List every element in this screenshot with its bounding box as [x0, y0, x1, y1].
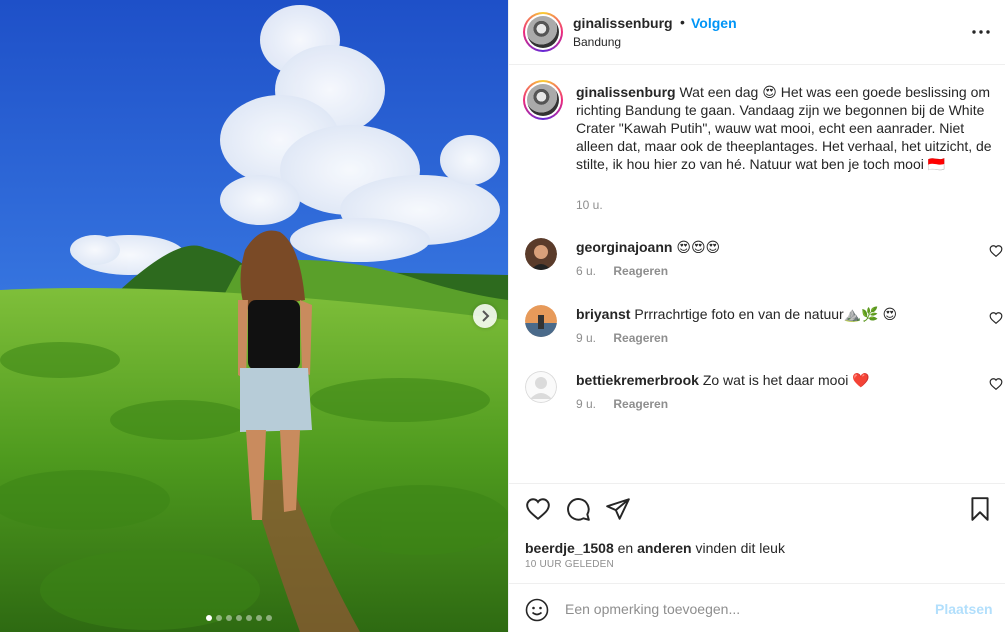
reply-button[interactable]: Reageren: [613, 397, 668, 411]
comment-time: 6 u.: [576, 264, 597, 278]
liker-username[interactable]: beerdje_1508: [525, 540, 614, 556]
comment-username[interactable]: briyanst: [576, 306, 630, 322]
post-side-panel: ginalissenburg • Volgen Bandung ginaliss…: [508, 0, 1005, 632]
carousel-dot: [216, 615, 222, 621]
carousel-dot: [246, 615, 252, 621]
caption-timestamp[interactable]: 10 u.: [576, 198, 603, 212]
next-slide-button[interactable]: [473, 304, 497, 328]
commenter-avatar[interactable]: [525, 238, 557, 270]
chevron-right-icon: [482, 310, 490, 322]
emoji-icon[interactable]: [525, 598, 549, 622]
post-location[interactable]: Bandung: [573, 35, 621, 49]
caption-text-block: ginalissenburg Wat een dag 😍 Het was een…: [576, 83, 996, 173]
post-timestamp[interactable]: 10 UUR GELEDEN: [525, 559, 614, 570]
post-header: ginalissenburg • Volgen Bandung: [509, 0, 1005, 65]
post-viewer: ginalissenburg • Volgen Bandung ginaliss…: [0, 0, 1005, 632]
add-comment-box: Plaatsen: [509, 583, 1005, 632]
caption-avatar[interactable]: [523, 80, 563, 120]
post-actions: beerdje_1508 en anderen vinden dit leuk …: [509, 483, 1005, 632]
author-username[interactable]: ginalissenburg: [573, 15, 673, 31]
comment-text-block: georginajoann 😍😍😍: [576, 238, 720, 256]
default-avatar-icon[interactable]: [525, 371, 557, 403]
comment-time: 9 u.: [576, 331, 597, 345]
comment-meta: 9 u. Reageren: [576, 331, 668, 345]
more-options-button[interactable]: [969, 20, 993, 44]
commenter-avatar[interactable]: [525, 305, 557, 337]
like-comment-heart-icon[interactable]: [989, 311, 1003, 325]
header-separator: •: [680, 14, 685, 30]
comment-item: georginajoann 😍😍😍 6 u. Reageren: [523, 238, 1003, 288]
reply-button[interactable]: Reageren: [613, 331, 668, 345]
comment-username[interactable]: georginajoann: [576, 239, 672, 255]
comment-text-block: briyanst Prrrachrtige foto en van de nat…: [576, 305, 897, 323]
comment-username[interactable]: bettiekremerbrook: [576, 372, 699, 388]
post-photo[interactable]: [0, 0, 508, 632]
carousel-dot: [206, 615, 212, 621]
comment-meta: 6 u. Reageren: [576, 264, 668, 278]
carousel-dot: [256, 615, 262, 621]
likes-suffix: vinden dit leuk: [695, 540, 785, 556]
share-send-icon[interactable]: [605, 496, 631, 522]
likes-and: en: [617, 540, 634, 556]
author-avatar[interactable]: [523, 12, 563, 52]
comment-time: 9 u.: [576, 397, 597, 411]
comment-bubble-icon[interactable]: [565, 496, 591, 522]
carousel-dot: [236, 615, 242, 621]
more-horizontal-icon: [972, 30, 990, 34]
bookmark-icon[interactable]: [967, 496, 993, 522]
carousel-dot: [226, 615, 232, 621]
comment-text: 😍😍😍: [676, 239, 721, 255]
comment-text-block: bettiekremerbrook Zo wat is het daar moo…: [576, 371, 870, 389]
like-comment-heart-icon[interactable]: [989, 377, 1003, 391]
post-comment-button[interactable]: Plaatsen: [935, 601, 993, 617]
reply-button[interactable]: Reageren: [613, 264, 668, 278]
landscape-image: [0, 0, 508, 632]
follow-button[interactable]: Volgen: [691, 15, 737, 31]
comment-text: Zo wat is het daar mooi ❤️: [702, 372, 870, 388]
comment-text: Prrrachrtige foto en van de natuur⛰️🌿 😍: [634, 306, 898, 322]
carousel-dots: [206, 615, 272, 621]
comment-item: briyanst Prrrachrtige foto en van de nat…: [523, 305, 1003, 355]
caption-username[interactable]: ginalissenburg: [576, 84, 676, 100]
carousel-dot: [266, 615, 272, 621]
like-comment-heart-icon[interactable]: [989, 244, 1003, 258]
likes-others-link[interactable]: anderen: [637, 540, 691, 556]
like-heart-icon[interactable]: [525, 496, 551, 522]
comment-meta: 9 u. Reageren: [576, 397, 668, 411]
likes-summary: beerdje_1508 en anderen vinden dit leuk: [525, 540, 785, 556]
comment-input[interactable]: [565, 598, 925, 620]
comment-item: bettiekremerbrook Zo wat is het daar moo…: [523, 371, 1003, 421]
